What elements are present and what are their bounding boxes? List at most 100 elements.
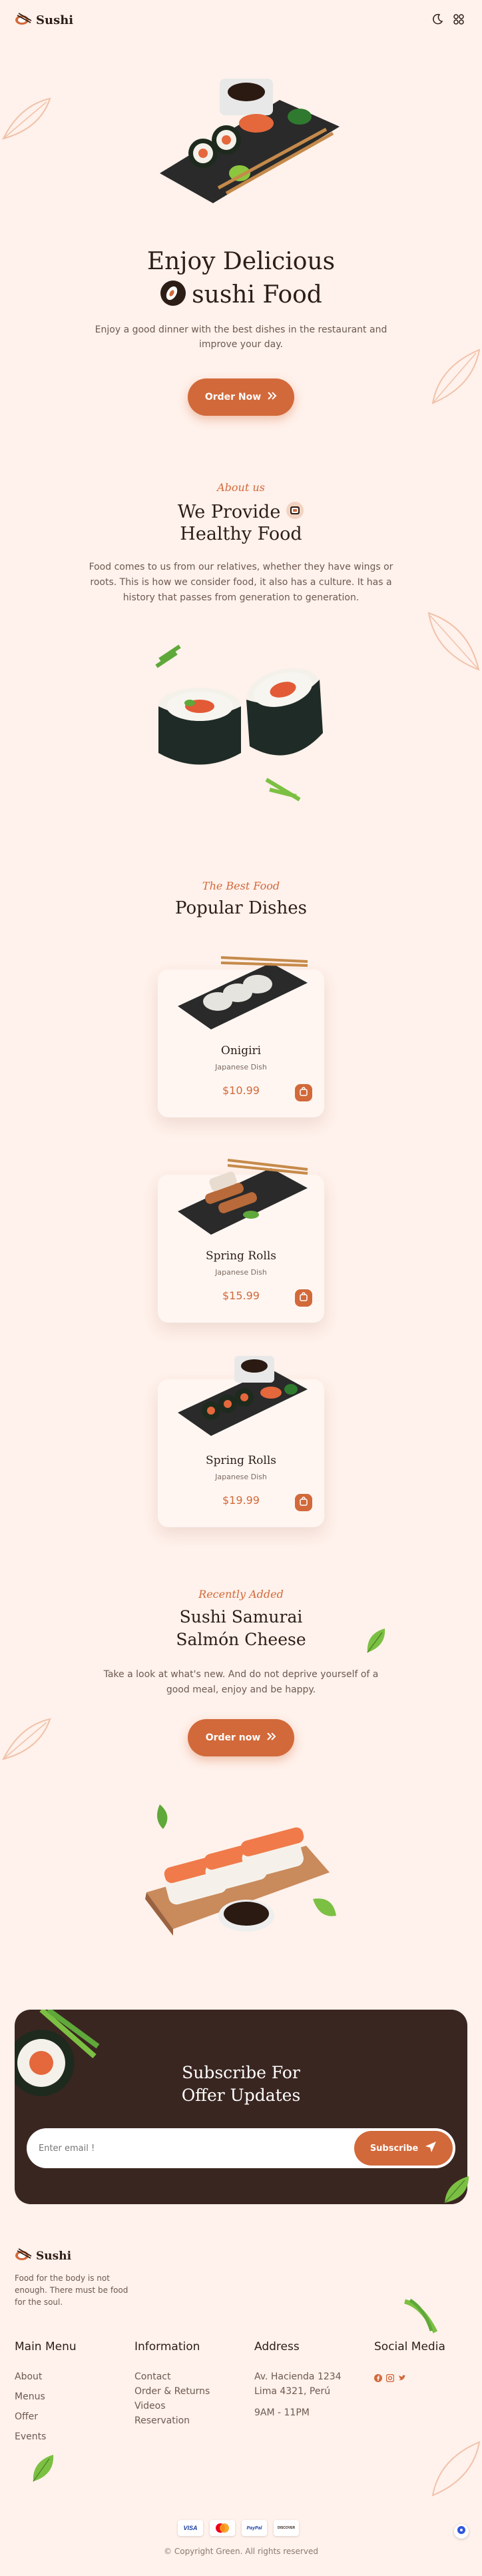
subscribe-button[interactable]: Subscribe	[354, 2131, 453, 2166]
spring-rolls-image	[171, 1155, 311, 1241]
add-to-cart-button[interactable]	[295, 1289, 312, 1307]
hero-title-line2: sushi Food	[0, 280, 482, 310]
order-now-button[interactable]: Order now	[188, 1719, 294, 1756]
mastercard-icon	[210, 2520, 235, 2536]
leaf-icon	[442, 2174, 471, 2209]
order-now-label: Order now	[205, 1732, 261, 1743]
moon-icon[interactable]	[431, 13, 443, 29]
subscribe-title-line1: Subscribe For	[182, 2063, 300, 2082]
brand-logo[interactable]: Sushi	[15, 11, 73, 29]
shopping-bag-icon	[299, 1086, 308, 1099]
payment-methods: VISA PayPal DISCOVER	[178, 2520, 299, 2536]
footer-address: Av. Hacienda 1234 Lima 4321, Perú 9AM - …	[254, 2369, 342, 2420]
order-now-button[interactable]: Order Now	[188, 378, 294, 416]
footer-tagline: Food for the body is not enough. There m…	[15, 2273, 128, 2307]
blue-dot-icon	[457, 2525, 465, 2537]
popular-script-title: The Best Food	[202, 880, 280, 892]
footer-address-heading: Address	[254, 2340, 300, 2353]
about-title-text: We Provide	[177, 502, 281, 522]
subscribe-form: Subscribe	[27, 2128, 455, 2168]
header: Sushi	[0, 0, 482, 40]
leaf-outline-decoration	[426, 2439, 482, 2502]
recent-script-title: Recently Added	[198, 1588, 284, 1601]
address-street: Av. Hacienda 1234	[254, 2371, 342, 2382]
footer-social-icons	[374, 2373, 406, 2385]
opening-hours: 9AM - 11PM	[254, 2407, 310, 2418]
footer-information-heading: Information	[134, 2340, 200, 2353]
leaf-outline-decoration	[0, 92, 53, 149]
instagram-icon[interactable]	[385, 2373, 395, 2385]
dish-name: Spring Rolls	[206, 1249, 276, 1263]
onigiri-image	[171, 950, 311, 1036]
address-city: Lima 4321, Perú	[254, 2386, 331, 2397]
popular-title: Popular Dishes	[175, 898, 307, 918]
recent-title-line2: Salmón Cheese	[176, 1630, 306, 1649]
footer-brand-name: Sushi	[36, 2249, 72, 2263]
add-to-cart-button[interactable]	[295, 1084, 312, 1101]
dish-card[interactable]: Onigiri Japanese Dish $10.99	[158, 956, 324, 1117]
leaf-outline-decoration	[426, 346, 482, 410]
subscribe-label: Subscribe	[369, 2143, 419, 2154]
sushi-logo-icon	[15, 2247, 32, 2265]
hero-title-text: sushi Food	[192, 281, 322, 309]
dish-name: Spring Rolls	[206, 1454, 276, 1467]
hero-image	[140, 73, 346, 207]
grid-icon[interactable]	[453, 13, 465, 29]
leaf-outline-decoration	[0, 1712, 53, 1769]
paypal-icon: PayPal	[242, 2520, 267, 2536]
leaf-outline-decoration	[422, 606, 482, 676]
brand-name: Sushi	[36, 13, 74, 27]
recent-description: Take a look at what's new. And do not de…	[103, 1669, 379, 1695]
leaf-icon	[29, 2452, 56, 2487]
about-description: Food comes to us from our relatives, whe…	[89, 562, 393, 603]
salmon-sushi-image	[133, 1799, 346, 1946]
footer-link-about[interactable]: About	[15, 2369, 46, 2384]
shopping-bag-icon	[299, 1291, 308, 1305]
footer-link-reservation[interactable]: Reservation	[134, 2413, 210, 2428]
order-now-label: Order Now	[204, 392, 262, 402]
dish-category: Japanese Dish	[215, 1473, 267, 1481]
hero-description: Enjoy a good dinner with the best dishes…	[95, 324, 387, 350]
sushi-roll-icon	[160, 280, 186, 310]
about-image	[140, 640, 353, 806]
leaf-icon	[402, 2298, 438, 2338]
sushi-logo-icon	[15, 11, 32, 29]
recent-title-line1: Sushi Samurai	[179, 1607, 303, 1626]
about-script-title: About us	[217, 481, 265, 494]
dish-card[interactable]: Spring Rolls Japanese Dish $19.99	[158, 1356, 324, 1527]
footer-link-offer[interactable]: Offer	[15, 2409, 46, 2424]
about-title-line1: We Provide	[0, 501, 482, 523]
double-chevron-right-icon	[268, 392, 277, 402]
email-input[interactable]	[39, 2139, 292, 2158]
footer-brand[interactable]: Sushi	[15, 2247, 71, 2265]
about-title-line2: Healthy Food	[180, 524, 302, 544]
subscribe-title-line2: Offer Updates	[181, 2086, 301, 2105]
footer-social-heading: Social Media	[374, 2340, 445, 2353]
sushi-bowl-icon	[286, 501, 304, 523]
footer-link-order-returns[interactable]: Order & Returns	[134, 2384, 210, 2399]
hero-title-line1: Enjoy Delicious	[146, 248, 336, 275]
add-to-cart-button[interactable]	[295, 1494, 312, 1511]
footer-main-menu-heading: Main Menu	[15, 2340, 77, 2353]
footer-link-menus[interactable]: Menus	[15, 2389, 46, 2404]
dish-card[interactable]: Spring Rolls Japanese Dish $15.99	[158, 1159, 324, 1323]
double-chevron-right-icon	[267, 1732, 276, 1743]
discover-icon: DISCOVER	[274, 2520, 299, 2536]
footer-link-contact[interactable]: Contact	[134, 2369, 210, 2384]
dish-category: Japanese Dish	[215, 1268, 267, 1277]
spring-rolls-image	[171, 1356, 311, 1443]
footer-link-events[interactable]: Events	[15, 2429, 46, 2444]
shopping-bag-icon	[299, 1496, 308, 1509]
facebook-icon[interactable]	[374, 2373, 382, 2385]
footer-information-menu: Contact Order & Returns Videos Reservati…	[134, 2369, 210, 2428]
subscribe-section: Subscribe For Offer Updates Subscribe	[15, 2010, 467, 2204]
send-icon	[425, 2141, 437, 2156]
visa-icon: VISA	[178, 2520, 203, 2536]
footer-link-videos[interactable]: Videos	[134, 2399, 210, 2413]
scroll-to-top-button[interactable]	[454, 2524, 469, 2539]
twitter-icon[interactable]	[398, 2373, 406, 2385]
copyright: © Copyright Green. All rights reserved	[164, 2547, 318, 2556]
footer-main-menu: About Menus Offer Events	[15, 2369, 46, 2444]
dish-name: Onigiri	[220, 1044, 262, 1057]
dish-category: Japanese Dish	[215, 1063, 267, 1071]
